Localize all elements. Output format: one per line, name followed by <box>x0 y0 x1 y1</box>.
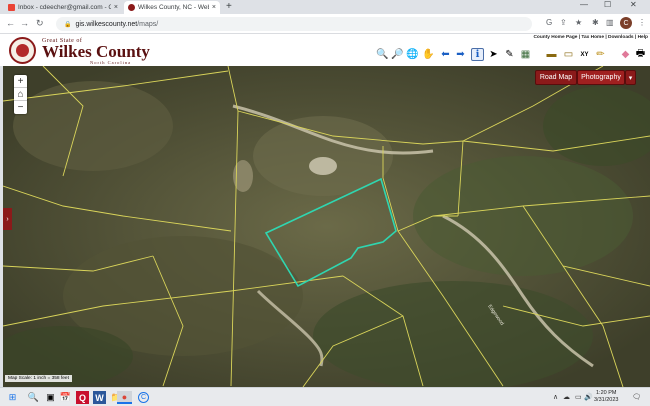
extensions-icon[interactable]: ✱ <box>592 18 599 27</box>
back-arrow-icon[interactable]: ⬅ <box>439 48 452 61</box>
lock-icon: 🔒 <box>64 21 72 28</box>
site-header: Great State of Wilkes County North Carol… <box>0 34 650 66</box>
xy-coordinate-icon[interactable]: XY <box>578 48 591 61</box>
print-icon[interactable]: 🖶 <box>634 48 647 61</box>
calendar-app-icon[interactable]: 📅 <box>59 391 72 404</box>
side-panel-toggle[interactable]: › <box>3 208 12 230</box>
maximize-button[interactable]: ☐ <box>604 0 611 9</box>
word-app-icon[interactable]: W <box>93 391 106 404</box>
minimize-button[interactable]: — <box>580 0 588 9</box>
select-pointer-icon[interactable]: ➤ <box>487 48 500 61</box>
pencil-icon[interactable]: ✏ <box>594 48 607 61</box>
windows-taskbar: ⊞ 🔍 ▣ 📅 Q W 📁 ● C ∧ ☁ ▭ 🔊 1:20 PM 3/31/2… <box>0 387 650 406</box>
layers-map-icon[interactable]: ▦ <box>519 48 532 61</box>
tab-wilkes-map[interactable]: Wilkes County, NC - Web Map Vi × <box>124 1 220 14</box>
back-icon[interactable]: ← <box>6 18 15 28</box>
basemap-dropdown-button[interactable]: ▾ <box>625 70 636 85</box>
aerial-imagery: Edgewood <box>3 66 650 387</box>
star-icon[interactable]: ★ <box>575 18 582 27</box>
share-icon[interactable]: ⇪ <box>560 18 567 27</box>
map-zoom-out-button[interactable]: − <box>14 101 27 114</box>
globe-icon[interactable]: 🌐 <box>406 48 419 61</box>
clock-time: 1:20 PM <box>595 390 617 396</box>
photography-button[interactable]: Photography <box>577 70 625 85</box>
forward-icon[interactable]: → <box>20 18 29 28</box>
county-seal-logo <box>9 37 36 64</box>
measure-icon[interactable]: ✎ <box>503 48 516 61</box>
forward-arrow-icon[interactable]: ➡ <box>454 48 467 61</box>
search-icon[interactable]: 🔍 <box>27 391 40 404</box>
network-icon[interactable]: ▭ <box>575 393 582 401</box>
pan-hand-icon[interactable]: ✋ <box>422 48 435 61</box>
wilkes-favicon-icon <box>128 4 135 11</box>
tab-wilkes-title: Wilkes County, NC - Web Map Vi <box>138 4 209 11</box>
road-map-button[interactable]: Road Map <box>535 70 577 85</box>
header-links[interactable]: County Home Page | Tax Home | Downloads … <box>533 35 648 40</box>
zoom-out-icon[interactable]: 🔎 <box>391 48 404 61</box>
tab-gmail-title: Inbox - cdeecher@gmail.com - Gm <box>18 4 111 11</box>
taskbar-clock[interactable]: 1:20 PM 3/31/2023 <box>594 390 618 404</box>
address-toolbar: ← → ↻ 🔒 gis.wilkescounty.net/maps/ G ⇪ ★… <box>0 14 650 34</box>
close-window-button[interactable]: ✕ <box>630 0 637 9</box>
close-tab-icon[interactable]: × <box>114 4 118 11</box>
clock-date: 3/31/2023 <box>594 397 619 403</box>
start-icon[interactable]: ⊞ <box>6 391 19 404</box>
gmail-icon <box>8 4 15 11</box>
new-tab-button[interactable]: + <box>226 1 232 12</box>
eraser-icon[interactable]: ◆ <box>619 48 632 61</box>
map-canvas[interactable]: Edgewood + ⌂ − › Road Map Photography ▾ … <box>3 66 650 387</box>
ruler-icon[interactable]: ▬ <box>545 48 558 61</box>
sidebar-icon[interactable]: ▥ <box>606 18 614 27</box>
map-zoom-control: + ⌂ − <box>14 75 27 114</box>
profile-avatar[interactable]: C <box>620 17 632 29</box>
map-scale-label: Map Scale: 1 inch = 358 feet <box>5 375 72 382</box>
notifications-icon[interactable]: 🗨 <box>632 393 641 401</box>
chrome-app-icon[interactable]: ● <box>117 391 132 404</box>
url-path: /maps/ <box>137 20 159 28</box>
close-tab-icon[interactable]: × <box>212 4 216 11</box>
cloud-icon[interactable]: ☁ <box>563 393 570 401</box>
identify-icon[interactable]: ℹ <box>471 48 484 61</box>
map-home-button[interactable]: ⌂ <box>14 88 27 101</box>
menu-kebab-icon[interactable]: ⋮ <box>638 18 646 27</box>
task-view-icon[interactable]: ▣ <box>44 391 57 404</box>
zoom-in-icon[interactable]: 🔍 <box>376 48 389 61</box>
quicken-app-icon[interactable]: Q <box>76 391 89 404</box>
browser-tab-bar: Inbox - cdeecher@gmail.com - Gm × Wilkes… <box>0 0 650 14</box>
tray-expand-icon[interactable]: ∧ <box>553 393 558 401</box>
url-host: gis.wilkescounty.net <box>75 20 138 28</box>
buffer-icon[interactable]: ▭ <box>562 48 575 61</box>
map-zoom-in-button[interactable]: + <box>14 75 27 88</box>
cortana-app-icon[interactable]: C <box>138 392 149 403</box>
google-icon[interactable]: G <box>546 18 552 27</box>
url-bar[interactable]: 🔒 gis.wilkescounty.net/maps/ <box>56 17 532 31</box>
volume-icon[interactable]: 🔊 <box>584 393 593 401</box>
reload-icon[interactable]: ↻ <box>36 18 44 29</box>
logo-main-text: Wilkes County <box>42 42 150 61</box>
tab-gmail[interactable]: Inbox - cdeecher@gmail.com - Gm × <box>4 1 122 14</box>
logo-sub-text: North Carolina <box>90 60 132 65</box>
